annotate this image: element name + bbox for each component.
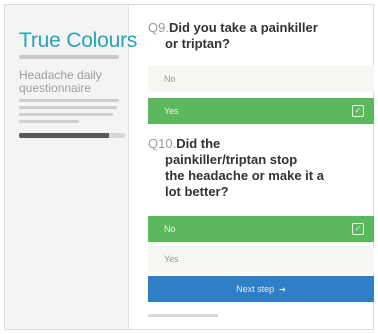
question-number: Q9.: [148, 20, 169, 35]
footer-note: [148, 314, 218, 317]
q10-option-no[interactable]: No ✓: [148, 216, 374, 242]
question-10: Q10.Did the painkiller/triptan stop the …: [148, 136, 348, 200]
next-step-label: Next step: [236, 284, 275, 294]
sidebar: True Colours Headache daily questionnair…: [5, 5, 137, 329]
question-number: Q10.: [148, 136, 177, 151]
progress-fill: [19, 133, 110, 138]
option-label: No: [164, 74, 176, 84]
checkbox-checked-icon: ✓: [352, 223, 364, 235]
question-text: Did you take a painkiller: [168, 20, 318, 35]
option-label: Yes: [164, 106, 179, 116]
question-text: or triptan?: [165, 36, 230, 51]
q10-option-yes[interactable]: Yes: [148, 246, 374, 272]
question-text: painkiller/triptan stop: [165, 152, 298, 167]
option-label: Yes: [164, 254, 179, 264]
arrow-right-icon: ➔: [279, 285, 286, 294]
question-text: lot better?: [165, 184, 229, 199]
option-label: No: [164, 224, 176, 234]
logo: True Colours: [19, 29, 138, 52]
questionnaire-description: [19, 99, 119, 127]
questionnaire-title: Headache daily questionnaire: [19, 68, 102, 95]
progress-bar: [19, 133, 125, 138]
checkbox-checked-icon: ✓: [352, 105, 364, 117]
question-text: the headache or make it a: [165, 168, 324, 183]
next-step-button[interactable]: Next step ➔: [148, 276, 374, 302]
q9-option-yes[interactable]: Yes ✓: [148, 98, 374, 124]
q9-option-no[interactable]: No: [148, 66, 374, 92]
question-text: Did the: [176, 136, 221, 151]
logo-tagline: [19, 55, 119, 59]
question-9: Q9.Did you take a painkiller or triptan?: [148, 20, 348, 52]
